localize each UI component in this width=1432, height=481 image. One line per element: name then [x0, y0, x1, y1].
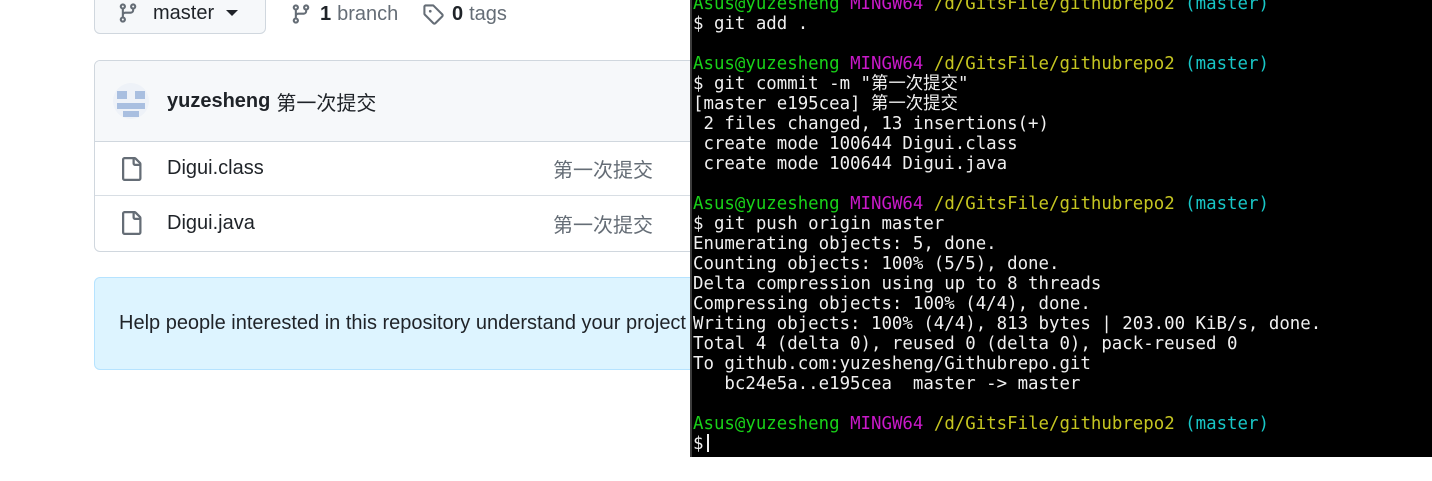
file-commit-message[interactable]: 第一次提交 — [553, 154, 653, 183]
terminal-output-line: $ git commit -m "第一次提交" — [693, 74, 969, 94]
tags-link[interactable]: 0 tags — [422, 0, 507, 28]
chevron-down-icon — [226, 10, 239, 16]
file-commit-message[interactable]: 第一次提交 — [553, 209, 653, 238]
terminal-line: Compressing objects: 100% (4/4), done. — [692, 294, 1432, 314]
tag-count-label: tags — [469, 2, 507, 25]
prompt-user: Asus@yuzesheng — [693, 0, 840, 14]
branch-selector-label: master — [153, 1, 215, 24]
list-item[interactable]: Digui.class 第一次提交 — [95, 142, 713, 196]
prompt-path: /d/GitsFile/githubrepo2 — [933, 194, 1175, 214]
terminal-line: To github.com:yuzesheng/Githubrepo.git — [692, 354, 1432, 374]
branch-count: 1 — [320, 2, 332, 25]
prompt-shell: MINGW64 — [850, 414, 924, 434]
prompt-path: /d/GitsFile/githubrepo2 — [933, 54, 1175, 74]
terminal-output-line: Compressing objects: 100% (4/4), done. — [693, 294, 1091, 314]
tag-count: 0 — [452, 2, 464, 25]
terminal-input-line[interactable]: $ — [693, 434, 703, 454]
terminal-line: Delta compression using up to 8 threads — [692, 274, 1432, 294]
branch-count-label: branch — [337, 2, 399, 25]
terminal-line: Counting objects: 100% (5/5), done. — [692, 254, 1432, 274]
terminal-output-line: Writing objects: 100% (4/4), 813 bytes |… — [693, 314, 1322, 334]
list-item[interactable]: Digui.java 第一次提交 — [95, 196, 713, 250]
tag-icon — [423, 4, 444, 25]
commit-author[interactable]: yuzesheng — [167, 90, 270, 113]
terminal-prompt-line: Asus@yuzesheng MINGW64 /d/GitsFile/githu… — [692, 414, 1432, 434]
terminal-prompt-line: Asus@yuzesheng MINGW64 /d/GitsFile/githu… — [692, 194, 1432, 214]
git-branch-icon — [119, 3, 137, 23]
prompt-user: Asus@yuzesheng — [693, 414, 840, 434]
prompt-path: /d/GitsFile/githubrepo2 — [933, 0, 1175, 14]
prompt-shell: MINGW64 — [850, 54, 924, 74]
terminal-line: $ git push origin master — [692, 214, 1432, 234]
terminal-line: $ — [692, 434, 1432, 454]
terminal-prompt-line: Asus@yuzesheng MINGW64 /d/GitsFile/githu… — [692, 0, 1432, 14]
terminal-output-line: $ git add . — [693, 14, 809, 34]
terminal-window[interactable]: Asus@yuzesheng MINGW64 /d/GitsFile/githu… — [690, 0, 1432, 457]
file-icon — [122, 156, 142, 181]
terminal-output-line: [master e195cea] 第一次提交 — [693, 94, 958, 114]
terminal-output-line: $ git push origin master — [693, 214, 945, 234]
terminal-line: Enumerating objects: 5, done. — [692, 234, 1432, 254]
file-name[interactable]: Digui.java — [167, 212, 255, 235]
terminal-prompt-line: Asus@yuzesheng MINGW64 /d/GitsFile/githu… — [692, 54, 1432, 74]
terminal-output-line: Enumerating objects: 5, done. — [693, 234, 997, 254]
prompt-branch: (master) — [1185, 414, 1269, 434]
prompt-path: /d/GitsFile/githubrepo2 — [933, 414, 1175, 434]
git-branch-icon — [292, 4, 310, 24]
terminal-output-line: 2 files changed, 13 insertions(+) — [693, 114, 1049, 134]
terminal-output-line: create mode 100644 Digui.class — [693, 134, 1018, 154]
terminal-output-line: Total 4 (delta 0), reused 0 (delta 0), p… — [693, 334, 1238, 354]
readme-banner: Help people interested in this repositor… — [94, 277, 714, 370]
terminal-line: create mode 100644 Digui.java — [692, 154, 1432, 174]
terminal-line: Writing objects: 100% (4/4), 813 bytes |… — [692, 314, 1432, 334]
prompt-shell: MINGW64 — [850, 194, 924, 214]
terminal-line: Total 4 (delta 0), reused 0 (delta 0), p… — [692, 334, 1432, 354]
prompt-user: Asus@yuzesheng — [693, 194, 840, 214]
terminal-line: bc24e5a..e195cea master -> master — [692, 374, 1432, 394]
terminal-output-line: bc24e5a..e195cea master -> master — [693, 374, 1081, 394]
terminal-output-line: Delta compression using up to 8 threads — [693, 274, 1102, 294]
terminal-line: 2 files changed, 13 insertions(+) — [692, 114, 1432, 134]
terminal-output-line: To github.com:yuzesheng/Githubrepo.git — [693, 354, 1091, 374]
avatar[interactable] — [113, 83, 149, 119]
prompt-user: Asus@yuzesheng — [693, 54, 840, 74]
readme-banner-text: Help people interested in this repositor… — [119, 312, 686, 334]
terminal-line: $ git commit -m "第一次提交" — [692, 74, 1432, 94]
file-icon — [122, 211, 142, 235]
commit-message[interactable]: 第一次提交 — [276, 87, 376, 116]
terminal-line: create mode 100644 Digui.class — [692, 134, 1432, 154]
prompt-shell: MINGW64 — [850, 0, 924, 14]
prompt-branch: (master) — [1185, 0, 1269, 14]
terminal-cursor — [707, 434, 710, 452]
terminal-output-line: create mode 100644 Digui.java — [693, 154, 1008, 174]
terminal-line: [master e195cea] 第一次提交 — [692, 94, 1432, 114]
terminal-line: $ git add . — [692, 14, 1432, 34]
terminal-output-line: Counting objects: 100% (5/5), done. — [693, 254, 1060, 274]
latest-commit-row: yuzesheng 第一次提交 — [95, 61, 713, 142]
prompt-branch: (master) — [1185, 194, 1269, 214]
file-list: yuzesheng 第一次提交 Digui.class 第一次提交 Digui.… — [94, 60, 714, 252]
branches-link[interactable]: 1 branch — [290, 0, 398, 28]
prompt-branch: (master) — [1185, 54, 1269, 74]
file-name[interactable]: Digui.class — [167, 157, 264, 180]
branch-selector-button[interactable]: master — [94, 0, 266, 34]
